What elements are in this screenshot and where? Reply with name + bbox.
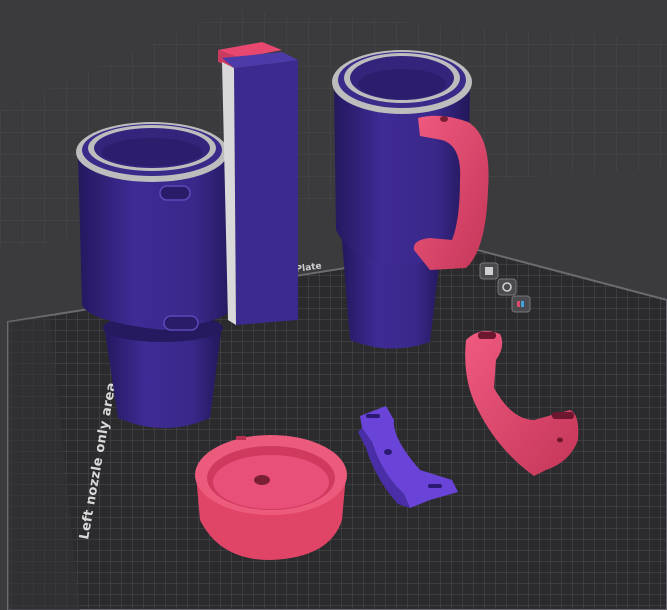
- 3d-viewport[interactable]: Left nozzle only area Plate: [0, 0, 667, 610]
- pick-icon[interactable]: [479, 262, 499, 280]
- settings-icon[interactable]: [497, 278, 517, 296]
- base-dish[interactable]: [195, 435, 347, 560]
- lock-icon[interactable]: [511, 295, 531, 313]
- stand-bar[interactable]: [218, 42, 298, 325]
